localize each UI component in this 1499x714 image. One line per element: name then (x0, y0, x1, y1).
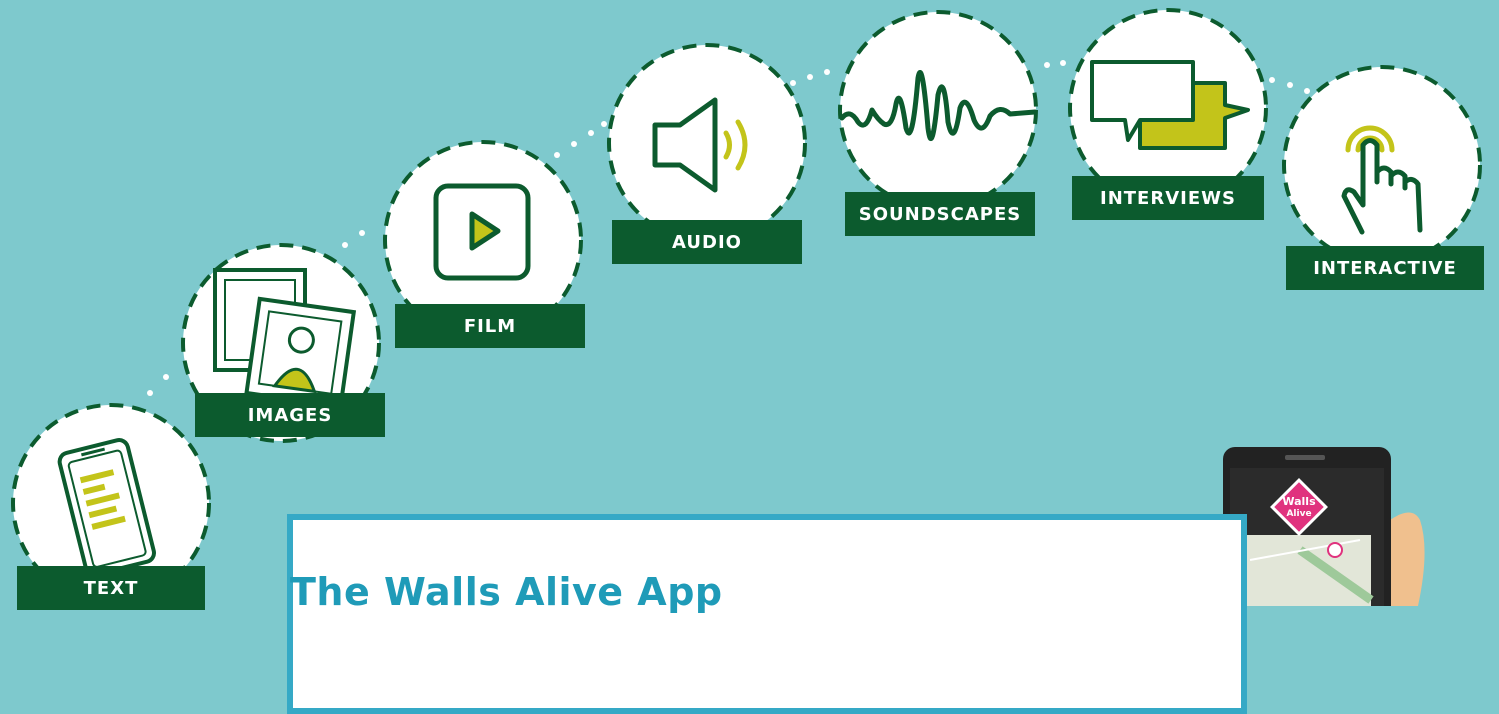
label-images: IMAGES (195, 393, 385, 437)
app-info-card (287, 514, 1247, 714)
soundscapes-feature-circle (838, 10, 1038, 210)
audio-feature-circle (607, 43, 807, 243)
svg-text:Alive: Alive (1286, 509, 1311, 519)
label-interviews: INTERVIEWS (1072, 176, 1264, 220)
svg-text:Walls: Walls (1282, 495, 1316, 508)
interactive-feature-circle (1282, 65, 1482, 265)
label-film: FILM (395, 304, 585, 348)
card-title: The Walls Alive App (290, 570, 723, 614)
label-interactive: INTERACTIVE (1286, 246, 1484, 290)
label-soundscapes: SOUNDSCAPES (845, 192, 1035, 236)
label-audio: AUDIO (612, 220, 802, 264)
label-text: TEXT (17, 566, 205, 610)
